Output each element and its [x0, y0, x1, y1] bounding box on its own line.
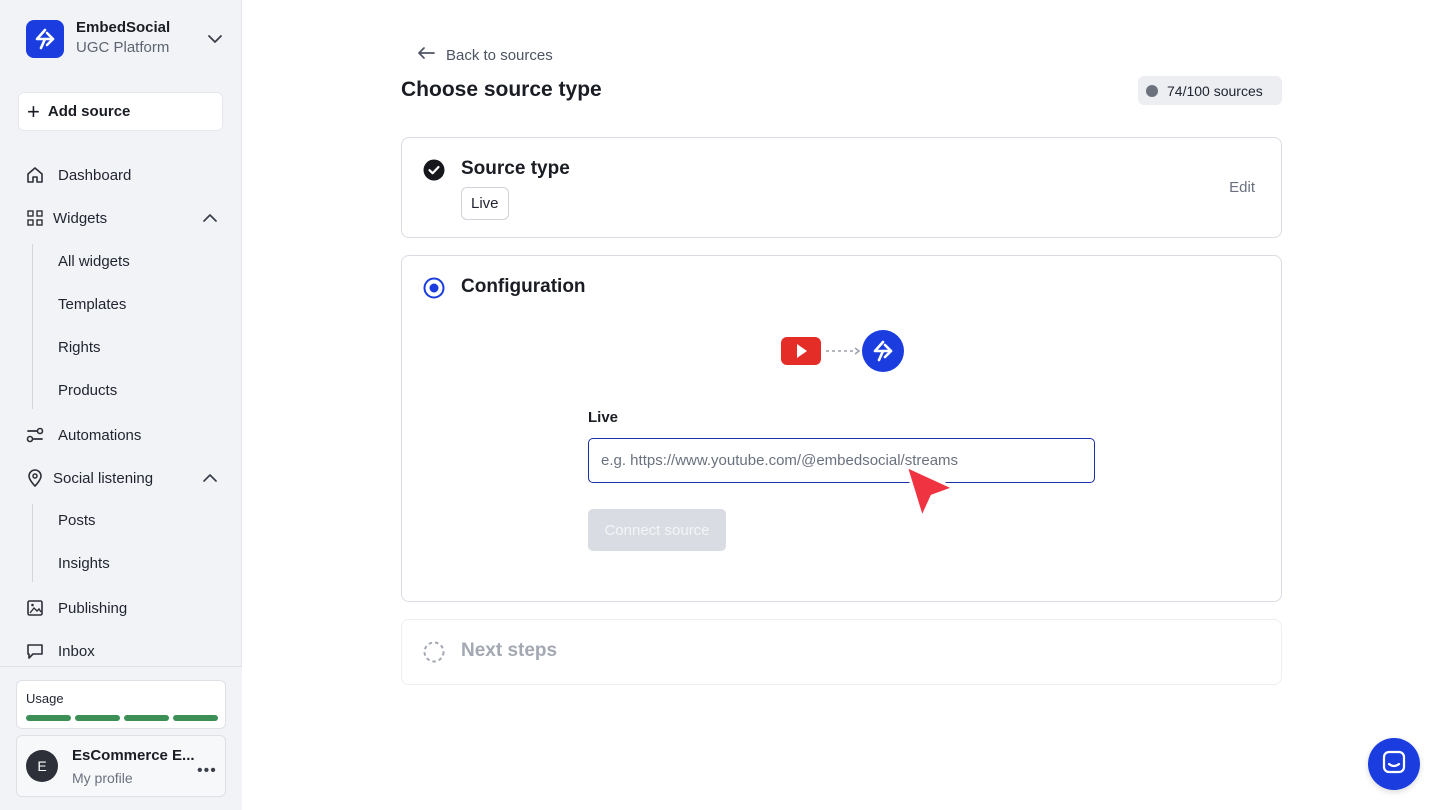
live-url-input[interactable]	[588, 438, 1095, 483]
next-steps-step: Next steps	[401, 619, 1282, 685]
sources-quota-badge: 74/100 sources	[1138, 76, 1282, 105]
profile-card[interactable]: E EsCommerce E... My profile •••	[16, 735, 226, 797]
submenu-line	[32, 244, 33, 409]
dashed-circle-icon	[423, 641, 445, 663]
sidebar-item-label: Widgets	[53, 209, 108, 227]
usage-segment	[124, 715, 169, 721]
sidebar-item-inbox[interactable]: Inbox	[24, 637, 95, 665]
brand-subtitle: UGC Platform	[76, 39, 170, 56]
live-field-label: Live	[588, 409, 619, 426]
add-source-label: Add source	[47, 103, 131, 120]
add-source-button[interactable]: + Add source	[18, 92, 223, 131]
messenger-icon	[1381, 749, 1407, 780]
sidebar-item-label: Automations	[58, 426, 142, 444]
profile-name: EsCommerce E...	[72, 747, 195, 764]
chevron-up-icon[interactable]	[200, 468, 220, 488]
quota-text: 74/100 sources	[1167, 82, 1263, 99]
sidebar-item-products[interactable]: Products	[58, 379, 117, 403]
chat-icon	[24, 640, 46, 662]
sidebar-item-label: Social listening	[53, 469, 154, 487]
sidebar-item-insights[interactable]: Insights	[58, 552, 110, 576]
more-options-icon[interactable]: •••	[197, 762, 217, 780]
messenger-launcher-button[interactable]	[1368, 738, 1420, 790]
grid-icon	[24, 207, 46, 229]
home-icon	[24, 164, 46, 186]
back-to-sources-link[interactable]: Back to sources	[416, 44, 553, 66]
usage-label: Usage	[26, 691, 64, 706]
page-title: Choose source type	[401, 78, 602, 101]
step-title: Source type	[461, 158, 570, 179]
usage-segment	[173, 715, 218, 721]
embedsocial-logo-icon	[862, 330, 904, 372]
configuration-step: Configuration Live e.g. https://www.yout…	[401, 255, 1282, 602]
edit-source-type-link[interactable]: Edit	[1229, 179, 1255, 196]
step-title: Next steps	[461, 640, 558, 661]
step-title: Configuration	[461, 276, 586, 297]
sidebar-item-social-listening[interactable]: Social listening	[24, 464, 153, 492]
sidebar-item-posts[interactable]: Posts	[58, 509, 96, 533]
sidebar-item-label: Publishing	[58, 599, 128, 617]
radio-active-icon	[423, 277, 445, 299]
profile-subtitle: My profile	[72, 770, 133, 786]
chevron-down-icon[interactable]	[206, 30, 224, 53]
sidebar-item-automations[interactable]: Automations	[24, 421, 141, 449]
connect-source-button[interactable]: Connect source	[588, 509, 726, 551]
connection-flow-illustration	[780, 329, 905, 373]
source-type-step: Source type Live Edit	[401, 137, 1282, 238]
arrow-left-icon	[416, 45, 436, 65]
embedsocial-logo-icon	[26, 20, 64, 58]
usage-segment	[26, 715, 71, 721]
sidebar-item-publishing[interactable]: Publishing	[24, 594, 127, 622]
sidebar-item-label: Dashboard	[58, 166, 132, 184]
sidebar-item-templates[interactable]: Templates	[58, 293, 126, 317]
youtube-icon	[781, 337, 821, 365]
sidebar-item-dashboard[interactable]: Dashboard	[24, 161, 131, 189]
sidebar: EmbedSocial UGC Platform + Add source Da…	[0, 0, 242, 810]
brand-name: EmbedSocial	[76, 19, 171, 36]
sidebar-item-rights[interactable]: Rights	[58, 336, 101, 360]
dashed-arrow-icon	[826, 347, 861, 355]
image-icon	[24, 597, 46, 619]
usage-segment	[75, 715, 120, 721]
selected-source-chip: Live	[461, 187, 509, 220]
check-circle-icon	[423, 159, 445, 181]
sidebar-item-widgets[interactable]: Widgets	[24, 204, 107, 232]
avatar: E	[26, 750, 58, 782]
usage-meter	[26, 715, 218, 721]
workspace-switcher[interactable]: EmbedSocial UGC Platform	[26, 18, 226, 60]
status-dot-icon	[1146, 84, 1158, 97]
back-label: Back to sources	[446, 46, 553, 64]
plus-icon: +	[27, 98, 40, 124]
sidebar-footer: Usage E EsCommerce E... My profile •••	[0, 666, 242, 810]
submenu-line	[32, 504, 33, 582]
location-pin-icon	[24, 467, 46, 489]
usage-card[interactable]: Usage	[16, 680, 226, 729]
automations-icon	[24, 424, 46, 446]
sidebar-item-label: Inbox	[58, 642, 95, 660]
chevron-up-icon[interactable]	[200, 208, 220, 228]
sidebar-item-all-widgets[interactable]: All widgets	[58, 250, 130, 274]
